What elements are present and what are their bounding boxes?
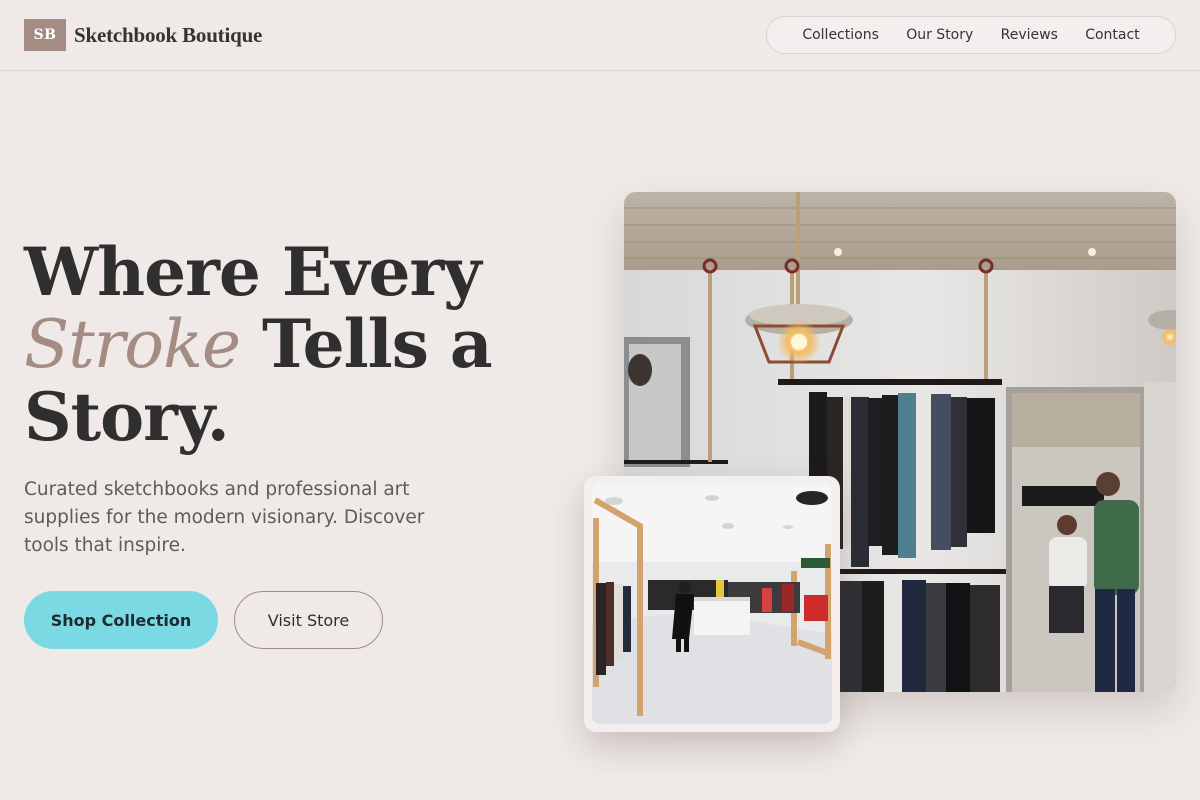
brand-mark: SB bbox=[24, 19, 66, 51]
nav-link-reviews[interactable]: Reviews bbox=[1001, 27, 1058, 43]
nav-link-collections[interactable]: Collections bbox=[802, 27, 879, 43]
hero-title-line-3: Story. bbox=[24, 378, 230, 456]
brand-name: Sketchbook Boutique bbox=[74, 22, 263, 47]
hero-title-accent: Stroke bbox=[24, 306, 241, 383]
site-header: SB Sketchbook Boutique Collections Our S… bbox=[0, 0, 1200, 71]
nav-link-our-story[interactable]: Our Story bbox=[906, 27, 973, 43]
shop-collection-button[interactable]: Shop Collection bbox=[24, 591, 218, 649]
hero-title-line-1: Where Every bbox=[24, 233, 482, 311]
hero-secondary-image-card bbox=[584, 476, 840, 732]
retail-store-illustration bbox=[592, 484, 832, 724]
hero-title-line-2: Stroke Tells a bbox=[24, 308, 494, 381]
hero-subtitle: Curated sketchbooks and professional art… bbox=[24, 479, 425, 556]
main-navigation: Collections Our Story Reviews Contact bbox=[766, 16, 1176, 54]
hero-title: Where Every Stroke Tells a Story. bbox=[24, 236, 494, 453]
hero-secondary-image bbox=[592, 484, 832, 724]
nav-link-contact[interactable]: Contact bbox=[1085, 27, 1139, 43]
brand-logo-link[interactable]: SB Sketchbook Boutique bbox=[24, 19, 262, 51]
visit-store-button[interactable]: Visit Store bbox=[234, 591, 383, 649]
hero-title-line-2-rest: Tells a bbox=[240, 305, 493, 383]
